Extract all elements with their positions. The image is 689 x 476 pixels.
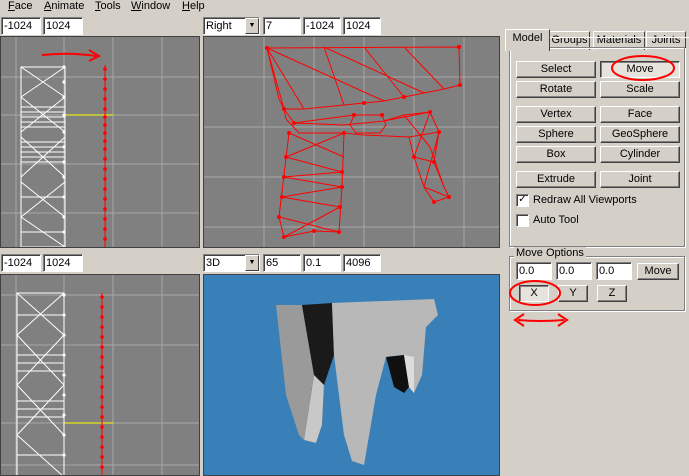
- br-near-field[interactable]: 0.1: [303, 254, 341, 272]
- autotool-label: Auto Tool: [533, 214, 579, 226]
- menu-help[interactable]: Help: [182, 0, 205, 13]
- tr-view-combo[interactable]: Right ▼: [203, 17, 260, 35]
- viewport-top-right[interactable]: [203, 36, 500, 248]
- tl-max-field[interactable]: 1024: [43, 17, 83, 35]
- axis-y-button[interactable]: Y: [558, 285, 588, 302]
- tl-viewport-canvas: [1, 37, 199, 247]
- menu-help-accel: H: [182, 0, 190, 12]
- dropdown-arrow-icon[interactable]: ▼: [245, 18, 259, 34]
- tr-viewport-canvas: [204, 37, 499, 247]
- tr-max-field[interactable]: 1024: [343, 17, 381, 35]
- 3d-gun-model: [276, 299, 438, 465]
- right-panel: Model Groups Materials Joints Tools Sele…: [503, 14, 689, 476]
- menu-face[interactable]: Face: [8, 0, 32, 13]
- tab-model[interactable]: Model: [505, 29, 550, 51]
- menu-window[interactable]: Window: [131, 0, 170, 13]
- cylinder-button[interactable]: Cylinder: [600, 146, 680, 163]
- sphere-button[interactable]: Sphere: [516, 126, 596, 143]
- menu-window-rest: indow: [141, 0, 171, 12]
- menu-face-accel: F: [8, 0, 15, 12]
- bl-viewport-canvas: [1, 275, 199, 475]
- br-view-combo[interactable]: 3D ▼: [203, 254, 260, 272]
- bl-min-field[interactable]: -1024: [1, 254, 41, 272]
- redraw-checkbox[interactable]: ✓: [516, 194, 529, 207]
- checkmark-icon: ✓: [518, 194, 527, 205]
- menu-bar: Face Animate Tools Window Help: [0, 0, 689, 14]
- geosphere-button[interactable]: GeoSphere: [600, 126, 680, 143]
- box-button[interactable]: Box: [516, 146, 596, 163]
- 3d-viewport-canvas: [276, 299, 438, 465]
- br-fov-field[interactable]: 65: [263, 254, 301, 272]
- menu-tools-rest: ools: [100, 0, 121, 12]
- move-options-label: Move Options: [514, 247, 586, 259]
- axis-z-button[interactable]: Z: [597, 285, 627, 302]
- axis-x-button[interactable]: X: [519, 285, 549, 302]
- move-z-field[interactable]: 0.0: [596, 262, 632, 280]
- dropdown-arrow-icon[interactable]: ▼: [245, 255, 259, 271]
- rotate-button[interactable]: Rotate: [516, 81, 596, 98]
- menu-window-accel: W: [131, 0, 142, 12]
- scale-button[interactable]: Scale: [600, 81, 680, 98]
- face-button[interactable]: Face: [600, 106, 680, 123]
- menu-help-rest: elp: [189, 0, 205, 12]
- menu-face-rest: ace: [14, 0, 33, 12]
- br-far-field[interactable]: 4096: [343, 254, 381, 272]
- extrude-button[interactable]: Extrude: [516, 171, 596, 188]
- vertex-button[interactable]: Vertex: [516, 106, 596, 123]
- menu-tools[interactable]: Tools: [95, 0, 121, 13]
- viewport-3d[interactable]: [203, 274, 500, 476]
- tl-white-mesh: [20, 66, 66, 247]
- bl-max-field[interactable]: 1024: [43, 254, 83, 272]
- br-view-value: 3D: [206, 257, 221, 269]
- move-x-field[interactable]: 0.0: [516, 262, 552, 280]
- viewport-top-left[interactable]: [0, 36, 200, 248]
- menu-animate[interactable]: Animate: [44, 0, 84, 13]
- joint-button[interactable]: Joint: [600, 171, 680, 188]
- bl-white-mesh: [16, 292, 65, 475]
- move-y-field[interactable]: 0.0: [556, 262, 592, 280]
- tl-min-field[interactable]: -1024: [1, 17, 41, 35]
- move-button[interactable]: Move: [600, 61, 680, 78]
- tr-grid-field[interactable]: 7: [263, 17, 301, 35]
- tr-view-value: Right: [206, 20, 232, 32]
- viewport-bottom-left[interactable]: [0, 274, 200, 476]
- move-apply-button[interactable]: Move: [637, 263, 679, 280]
- autotool-checkbox[interactable]: [516, 214, 529, 227]
- redraw-label: Redraw All Viewports: [533, 194, 637, 206]
- tr-min-field[interactable]: -1024: [303, 17, 341, 35]
- select-button[interactable]: Select: [516, 61, 596, 78]
- menu-animate-rest: nimate: [51, 0, 85, 12]
